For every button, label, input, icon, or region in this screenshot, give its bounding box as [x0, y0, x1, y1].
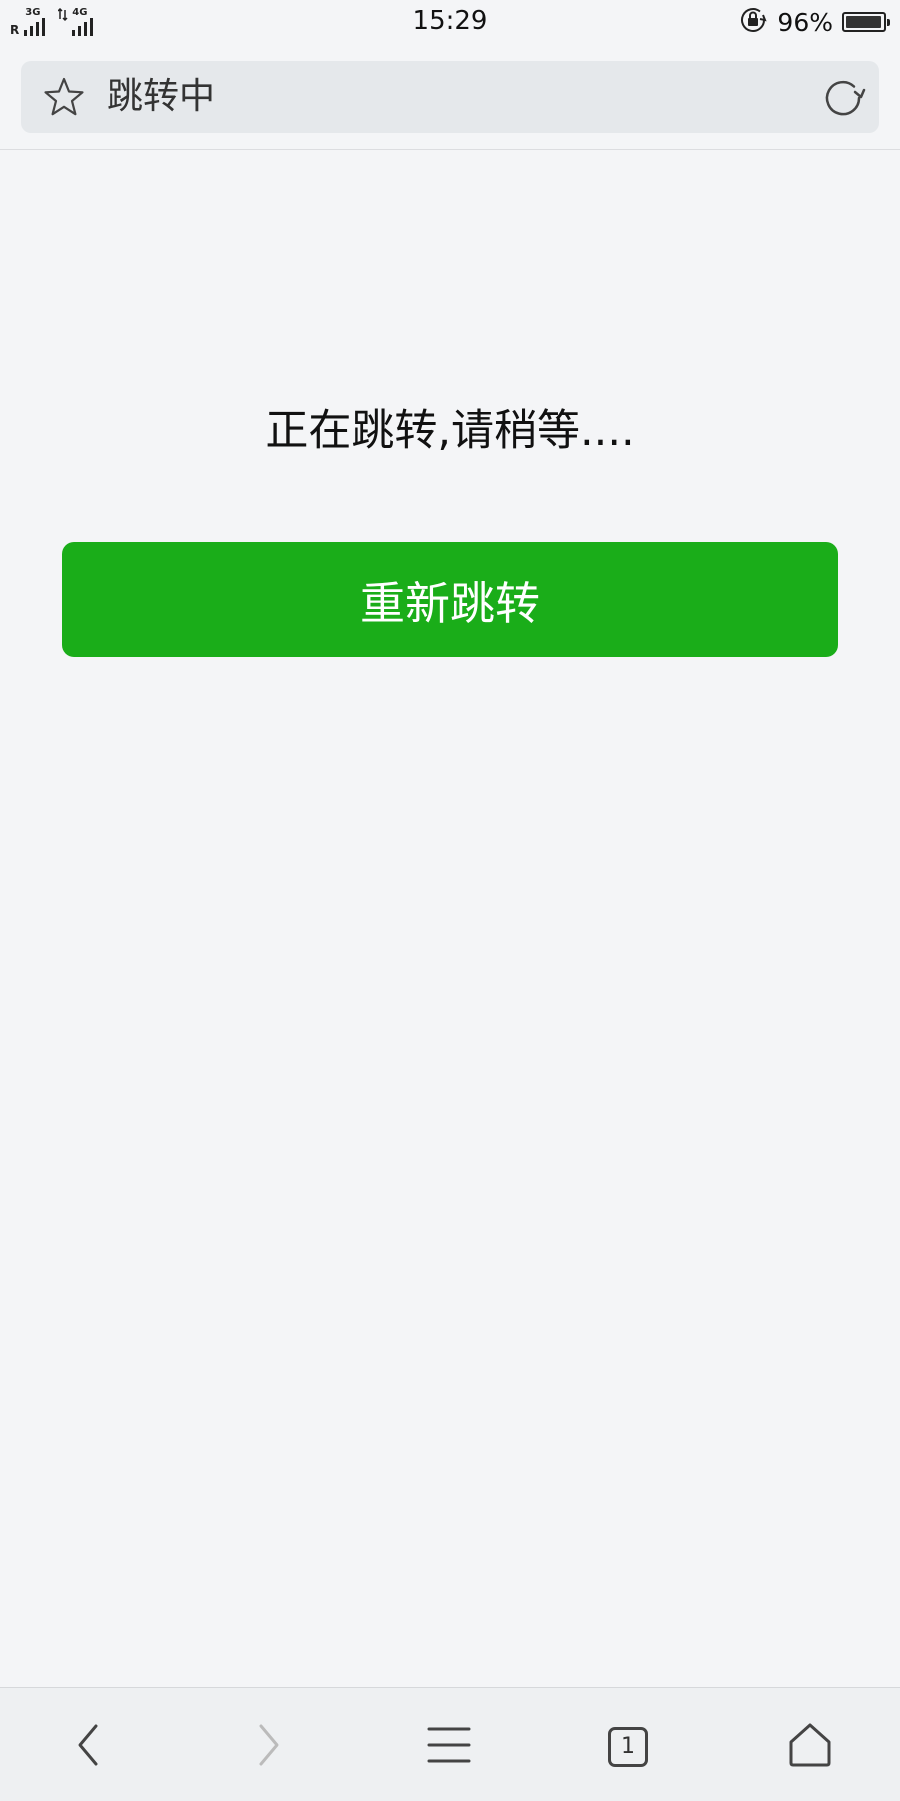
status-right: 96% — [738, 5, 890, 39]
back-icon — [78, 1724, 98, 1765]
tab-count: 1 — [621, 1734, 635, 1759]
page-title: 跳转中 — [107, 76, 216, 117]
star-icon[interactable] — [43, 76, 85, 118]
forward-button[interactable] — [208, 1688, 328, 1801]
battery-icon — [842, 12, 890, 32]
refresh-icon[interactable] — [821, 75, 867, 121]
home-icon — [789, 1723, 831, 1766]
tabs-button[interactable]: 1 — [568, 1688, 688, 1801]
browser-toolbar: 跳转中 — [0, 46, 900, 150]
orientation-lock-icon — [738, 5, 768, 39]
tabs-icon: 1 — [608, 1726, 648, 1767]
retry-redirect-button[interactable]: 重新跳转 — [62, 542, 838, 657]
redirect-message: 正在跳转,请稍等.... — [265, 406, 635, 456]
menu-icon — [427, 1727, 471, 1762]
menu-button[interactable] — [389, 1688, 509, 1801]
home-button[interactable] — [750, 1688, 870, 1801]
forward-icon — [259, 1724, 279, 1765]
battery-percent: 96% — [777, 7, 833, 37]
address-bar[interactable]: 跳转中 — [21, 61, 879, 133]
back-button[interactable] — [29, 1688, 149, 1801]
status-bar: R 3G 4G 15:29 96% — [0, 0, 900, 46]
bottom-nav: 1 — [0, 1687, 900, 1801]
